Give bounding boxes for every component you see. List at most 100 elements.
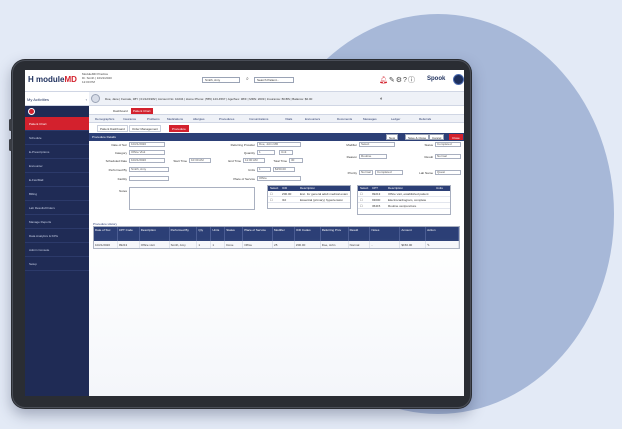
facility-select[interactable] <box>129 176 169 181</box>
chart-menu: Demographics Insurance Problems Medications… <box>89 115 464 123</box>
notes-label: Notes <box>119 189 127 193</box>
checkbox[interactable]: ☐ <box>358 203 370 208</box>
result-select[interactable]: Normal <box>435 154 461 159</box>
close-button[interactable]: Close <box>449 134 463 140</box>
header-icons: 🔔︎✎⚙?ⓘ <box>379 75 416 85</box>
user-avatar[interactable] <box>453 74 464 85</box>
practice-info: ModuleMD Practice Dr. Smith | 10/21/2020… <box>82 72 112 84</box>
status-select[interactable]: Completed <box>375 170 403 175</box>
end-time-field[interactable]: 11:00 AM <box>243 158 265 163</box>
units-amount-field[interactable]: $150.00 <box>273 167 295 172</box>
reason-select[interactable]: Routine <box>359 154 387 159</box>
menu-item[interactable]: Referrals <box>419 117 431 121</box>
section-title: Procedure Details <box>92 135 116 139</box>
tab-dashboard[interactable]: Dashboard <box>111 108 130 114</box>
menu-item[interactable]: Demographics <box>95 117 114 121</box>
place-of-service-select[interactable]: Office <box>257 176 301 181</box>
checkbox[interactable]: ☐ <box>358 197 370 202</box>
cpt-description: Routine venipuncture <box>388 204 417 208</box>
notes-textarea[interactable] <box>129 187 255 210</box>
tablet-volume-button <box>9 139 12 151</box>
status-field[interactable]: Completed <box>435 142 461 147</box>
menu-item[interactable]: Ledger <box>391 117 400 121</box>
performed-label: Performed By <box>108 168 127 172</box>
logo-prefix: module <box>36 75 65 84</box>
table-row[interactable]: ☐ I10 Essential (primary) hypertension <box>268 197 350 203</box>
scheduled-label: Scheduled Date <box>105 159 127 163</box>
performed-by-select[interactable]: Smith, Amy <box>129 167 169 172</box>
search-icon[interactable]: ⌕ <box>246 76 251 82</box>
menu-item[interactable]: Procedures <box>219 117 234 121</box>
total-time-field[interactable]: 30 <box>289 158 303 163</box>
sidebar-item[interactable]: Lab Results/Orders <box>25 201 89 215</box>
menu-item[interactable]: Insurance <box>123 117 136 121</box>
icd-code: I10 <box>282 198 287 202</box>
app-logo[interactable]: H moduleMD <box>28 75 77 84</box>
tab-patient-chart[interactable]: Patient Chart <box>131 108 153 114</box>
menu-item[interactable]: Vitals <box>285 117 292 121</box>
checkbox[interactable]: ☐ <box>268 197 280 202</box>
menu-item[interactable]: Immunizations <box>249 117 268 121</box>
menu-item[interactable]: Messages <box>363 117 377 121</box>
category-label: Category <box>114 151 127 155</box>
quantity-field[interactable]: 1 <box>257 150 275 155</box>
chevron-left-icon[interactable]: ‹ <box>86 97 87 105</box>
subtab-procedure[interactable]: Procedure <box>169 125 189 132</box>
date-field[interactable]: 10/21/2020 <box>129 142 165 147</box>
new-button[interactable]: New <box>386 134 399 140</box>
icd-description: Essential (primary) hypertension <box>300 198 344 202</box>
menu-item[interactable]: Documents <box>337 117 352 121</box>
lab-name-field[interactable]: Quest <box>435 170 461 175</box>
referring-label: Referring Provider <box>230 143 255 147</box>
gear-icon[interactable]: ⚙ <box>396 77 403 84</box>
checkbox[interactable]: ☐ <box>358 191 370 196</box>
theme-icon[interactable]: ◐ <box>380 96 383 102</box>
start-time-field[interactable]: 10:30 AM <box>189 158 211 163</box>
logo-mark: H <box>28 75 36 84</box>
sidebar-item[interactable]: Encounter <box>25 159 89 173</box>
bell-icon[interactable]: 🔔︎ <box>379 77 389 84</box>
info-icon[interactable]: ⓘ <box>408 77 416 84</box>
section-header: Procedure Details New Save & Close Cance… <box>89 133 464 141</box>
referring-provider-select[interactable]: Doe, John MD <box>257 142 301 147</box>
sidebar-item[interactable]: Patient Chart <box>25 117 89 131</box>
app-header: H moduleMD ModuleMD Practice Dr. Smith |… <box>25 70 464 92</box>
menu-item[interactable]: Encounters <box>305 117 320 121</box>
category-select[interactable]: Office Visit <box>129 150 165 155</box>
sidebar-item[interactable]: Data Analytics & KPIs <box>25 229 89 243</box>
units-field[interactable]: 1 <box>257 167 271 172</box>
sidebar-item[interactable]: E-Prescriptions <box>25 145 89 159</box>
subtab-patient-dashboard[interactable]: Patient Dashboard <box>97 125 128 132</box>
patient-toolbar: Doe, Jane | Female, 38Y | 01/12/1982 | A… <box>89 92 464 106</box>
tablet-frame: H moduleMD ModuleMD Practice Dr. Smith |… <box>9 59 472 409</box>
lab-label: Lab Name <box>419 171 433 175</box>
back-nav-icon[interactable] <box>91 94 100 103</box>
save-close-button[interactable]: Save & Close <box>405 134 430 140</box>
patient-info-line: Doe, Jane | Female, 38Y | 01/12/1982 | A… <box>105 97 313 101</box>
unit-select[interactable]: Unit <box>279 150 293 155</box>
menu-item[interactable]: Problems <box>147 117 160 121</box>
modifier-select[interactable]: Select <box>359 142 395 147</box>
sidebar-item[interactable]: Admin Console <box>25 243 89 257</box>
table-row[interactable]: ☐ 36415 Routine venipuncture <box>358 203 450 209</box>
sidebar-item[interactable]: Schedule <box>25 131 89 145</box>
result-label: Result <box>424 155 433 159</box>
sidebar-item[interactable]: Manage Reports <box>25 215 89 229</box>
sidebar-item[interactable]: Billing <box>25 187 89 201</box>
patient-search-input[interactable]: Search Patient... <box>254 77 294 83</box>
sidebar-item[interactable]: Setup <box>25 257 89 271</box>
cancel-button[interactable]: Cancel <box>429 134 445 140</box>
checkbox[interactable]: ☐ <box>268 191 280 196</box>
subtab-bar: Patient Dashboard Order Management Proce… <box>89 123 464 133</box>
tag-icon[interactable]: ✎ <box>389 77 396 84</box>
provider-select[interactable]: Smith, Amy <box>202 77 240 83</box>
sidebar-title: My Activities <box>27 97 50 102</box>
sidebar-item[interactable]: E-Fax/Mail <box>25 173 89 187</box>
priority-select[interactable]: Normal <box>359 170 373 175</box>
end-time-label: End Time <box>228 159 241 163</box>
scheduled-date-field[interactable]: 10/21/2020 <box>129 158 165 163</box>
menu-item[interactable]: Allergies <box>193 117 205 121</box>
menu-item[interactable]: Medications <box>167 117 183 121</box>
subtab-order-management[interactable]: Order Management <box>129 125 162 132</box>
cpt-header-units: Units <box>436 186 443 190</box>
